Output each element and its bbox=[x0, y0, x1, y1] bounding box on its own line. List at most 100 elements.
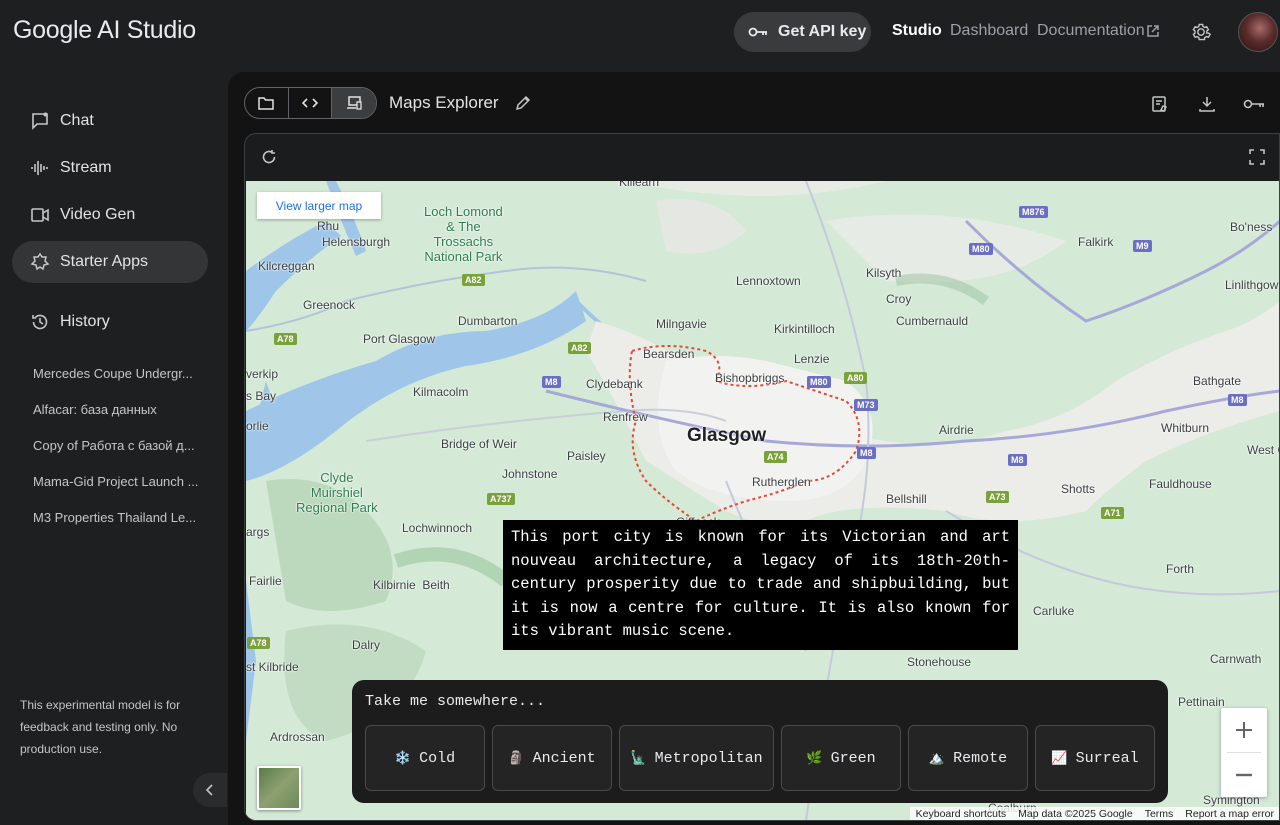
preview-view-button[interactable] bbox=[332, 88, 376, 118]
history-item[interactable]: Mama-Gid Project Launch ... bbox=[33, 474, 203, 489]
nav-dashboard[interactable]: Dashboard bbox=[950, 22, 1028, 40]
road-shield: M80 bbox=[969, 243, 993, 255]
history-item[interactable]: Copy of Работа с базой д... bbox=[33, 438, 203, 453]
code-icon bbox=[302, 98, 318, 108]
files-view-button[interactable] bbox=[245, 88, 289, 118]
keyboard-shortcuts-link[interactable]: Keyboard shortcuts bbox=[916, 808, 1006, 820]
place-label: Rutherglen bbox=[752, 475, 811, 489]
place-label: Lennoxtown bbox=[736, 274, 801, 288]
history-item[interactable]: Alfacar: база данных bbox=[33, 402, 203, 417]
snowflake-icon: ❄️ bbox=[394, 750, 412, 766]
place-label: Croy bbox=[886, 292, 912, 306]
sidebar-item-label: History bbox=[60, 313, 110, 330]
place-label: Cumbernauld bbox=[896, 314, 969, 328]
history-item[interactable]: M3 Properties Thailand Le... bbox=[33, 510, 203, 525]
place-label: s Bay bbox=[246, 389, 277, 403]
app-logo[interactable]: Google AI Studio bbox=[13, 16, 196, 45]
place-label: Bishopbriggs bbox=[715, 371, 785, 385]
nav-studio[interactable]: Studio bbox=[892, 22, 942, 40]
gear-icon[interactable] bbox=[1190, 21, 1212, 43]
place-label: args bbox=[246, 525, 270, 539]
place-label: Fairlie bbox=[249, 574, 282, 588]
place-label: Bathgate bbox=[1193, 374, 1242, 388]
place-label: Greenock bbox=[303, 298, 356, 312]
sidebar-item-starter-apps[interactable]: Starter Apps bbox=[12, 241, 208, 283]
park-label: Loch Lomond & The Trossachs National Par… bbox=[424, 204, 503, 264]
place-label: verkip bbox=[246, 367, 279, 381]
terms-link[interactable]: Terms bbox=[1145, 808, 1174, 820]
chip-metropolitan-button[interactable]: 🗽 Metropolitan bbox=[619, 725, 774, 791]
road-shield: M8 bbox=[542, 376, 561, 388]
chip-surreal-button[interactable]: 📈 Surreal bbox=[1035, 725, 1155, 791]
prompt-panel: Take me somewhere... ❄️ Cold 🗿 Ancient 🗽… bbox=[352, 680, 1168, 803]
get-api-key-button[interactable]: Get API key bbox=[734, 12, 871, 52]
disclaimer-text: This experimental model is for feedback … bbox=[20, 698, 181, 756]
zoom-controls bbox=[1221, 708, 1267, 797]
place-label: West Ca bbox=[1247, 443, 1279, 457]
sidebar-item-label: Starter Apps bbox=[60, 253, 149, 270]
map-data-text: Map data ©2025 Google bbox=[1018, 808, 1133, 820]
chip-green-button[interactable]: 🌿 Green bbox=[781, 725, 901, 791]
waveform-icon bbox=[31, 161, 48, 175]
place-label: Kilsyth bbox=[866, 266, 902, 280]
download-icon[interactable] bbox=[1198, 95, 1216, 113]
road-shield: A80 bbox=[844, 372, 867, 384]
zoom-in-button[interactable] bbox=[1221, 708, 1267, 752]
sidebar-item-history[interactable]: History bbox=[12, 301, 208, 343]
road-shield: A78 bbox=[274, 333, 297, 345]
key-icon[interactable] bbox=[1243, 97, 1265, 111]
external-link-icon bbox=[1147, 25, 1159, 37]
place-label: Kilbirnie Beith bbox=[373, 578, 450, 592]
code-view-button[interactable] bbox=[289, 88, 333, 118]
sidebar: Chat Stream Video Gen Starter Apps Histo… bbox=[0, 64, 227, 825]
city-label-glasgow: Glasgow bbox=[687, 425, 767, 446]
collapse-sidebar-button[interactable] bbox=[193, 773, 227, 807]
sidebar-item-label: Chat bbox=[60, 112, 94, 129]
map-attribution: Keyboard shortcuts Map data ©2025 Google… bbox=[909, 807, 1279, 820]
devices-icon bbox=[347, 96, 362, 110]
location-description: This port city is known for its Victoria… bbox=[503, 520, 1018, 650]
sidebar-item-video-gen[interactable]: Video Gen bbox=[12, 194, 208, 236]
satellite-layer-toggle[interactable] bbox=[257, 766, 301, 810]
herb-icon: 🌿 bbox=[806, 750, 823, 766]
road-shield: M73 bbox=[854, 399, 878, 411]
save-copy-icon[interactable] bbox=[1151, 95, 1169, 113]
place-label: Milngavie bbox=[656, 317, 707, 331]
history-item[interactable]: Mercedes Coupe Undergr... bbox=[33, 366, 203, 381]
app-preview-frame: Killearn Loch Lomond & The Trossachs Nat… bbox=[244, 133, 1280, 821]
place-label: Shotts bbox=[1061, 482, 1096, 496]
place-label: Killearn bbox=[619, 181, 660, 189]
preview-toolbar bbox=[245, 134, 1279, 180]
chip-remote-button[interactable]: 🏔️ Remote bbox=[908, 725, 1028, 791]
minus-icon bbox=[1236, 773, 1252, 777]
place-label: Falkirk bbox=[1078, 235, 1114, 249]
refresh-icon[interactable] bbox=[261, 149, 277, 165]
place-label: Kirkintilloch bbox=[774, 322, 835, 336]
place-label: Johnstone bbox=[502, 467, 558, 481]
chart-icon: 📈 bbox=[1051, 750, 1068, 766]
place-label: Whitburn bbox=[1161, 421, 1210, 435]
zoom-out-button[interactable] bbox=[1221, 753, 1267, 797]
view-larger-map-link[interactable]: View larger map bbox=[257, 192, 381, 219]
sidebar-item-chat[interactable]: Chat bbox=[12, 100, 208, 142]
sidebar-item-stream[interactable]: Stream bbox=[12, 147, 208, 189]
park-label: Clyde Muirshiel Regional Park bbox=[296, 470, 378, 515]
chip-cold-button[interactable]: ❄️ Cold bbox=[365, 725, 485, 791]
nav-documentation[interactable]: Documentation bbox=[1037, 22, 1145, 40]
apps-icon bbox=[30, 252, 50, 271]
place-label: st Kilbride bbox=[246, 660, 299, 674]
report-map-error-link[interactable]: Report a map error bbox=[1185, 808, 1274, 820]
fullscreen-icon[interactable] bbox=[1249, 149, 1265, 165]
view-toggle bbox=[244, 87, 377, 119]
pencil-icon[interactable] bbox=[514, 94, 532, 112]
place-label: Kilmacolm bbox=[413, 385, 469, 399]
place-label: Dumbarton bbox=[458, 314, 518, 328]
road-shield: A73 bbox=[986, 491, 1009, 503]
prompt-label: Take me somewhere... bbox=[365, 693, 546, 710]
place-label: Helensburgh bbox=[322, 235, 391, 249]
map-view[interactable]: Killearn Loch Lomond & The Trossachs Nat… bbox=[246, 181, 1279, 820]
user-avatar[interactable] bbox=[1238, 12, 1278, 52]
chip-ancient-button[interactable]: 🗿 Ancient bbox=[492, 725, 612, 791]
place-label: Stonehouse bbox=[907, 655, 972, 669]
place-label: Bo'ness bbox=[1230, 220, 1273, 234]
